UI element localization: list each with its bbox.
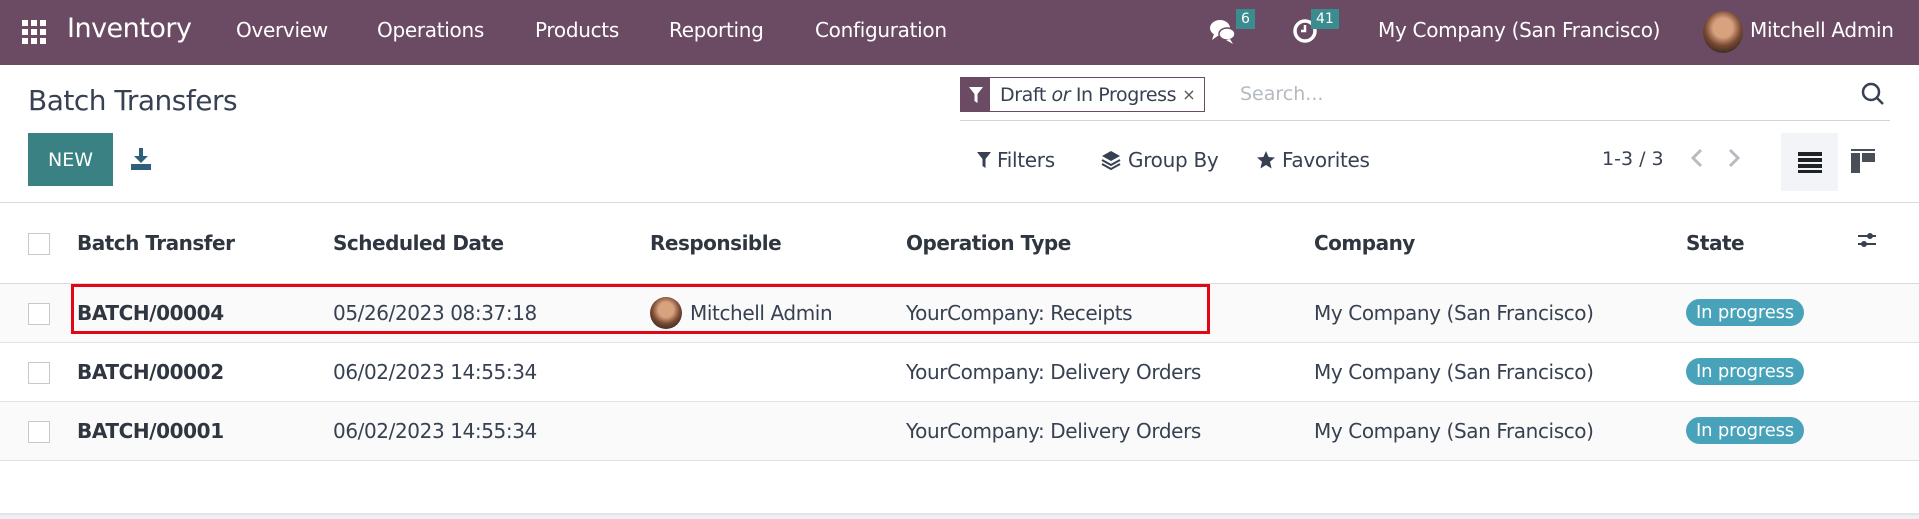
group-by-dropdown[interactable]: Group By: [1100, 148, 1219, 172]
cell-scheduled-date[interactable]: 06/02/2023 14:55:34: [333, 342, 650, 402]
menu-operations[interactable]: Operations: [377, 18, 484, 42]
user-avatar[interactable]: [1703, 11, 1743, 53]
pager-previous[interactable]: [1688, 146, 1706, 176]
search-input[interactable]: [1240, 79, 1800, 109]
cell-responsible[interactable]: [650, 401, 906, 461]
state-badge: In progress: [1686, 299, 1804, 326]
cell-batch-transfer[interactable]: BATCH/00002: [77, 342, 333, 402]
list-icon: [1797, 152, 1822, 173]
activities-button[interactable]: 41: [1291, 9, 1339, 50]
header-operation-type[interactable]: Operation Type: [906, 203, 1314, 284]
header-scheduled-date[interactable]: Scheduled Date: [333, 203, 650, 284]
header-state[interactable]: State: [1686, 203, 1856, 284]
app-name[interactable]: Inventory: [67, 13, 192, 44]
menu-overview[interactable]: Overview: [236, 18, 328, 42]
chevron-left-icon: [1690, 148, 1703, 168]
search-bar: Draft or In Progress ×: [960, 77, 1890, 121]
cell-responsible[interactable]: Mitchell Admin: [690, 301, 833, 325]
facet-remove-icon[interactable]: ×: [1182, 85, 1203, 104]
search-icon: [1861, 82, 1884, 105]
company-switcher[interactable]: My Company (San Francisco): [1378, 18, 1660, 42]
top-navbar: Inventory Overview Operations Products R…: [0, 0, 1919, 65]
kanban-icon: [1851, 149, 1875, 173]
state-badge: In progress: [1686, 417, 1804, 444]
cell-operation-type[interactable]: YourCompany: Receipts: [906, 283, 1314, 343]
menu-reporting[interactable]: Reporting: [669, 18, 764, 42]
row-checkbox[interactable]: [28, 361, 50, 384]
bottom-divider: [0, 513, 1919, 519]
cell-operation-type[interactable]: YourCompany: Delivery Orders: [906, 401, 1314, 461]
batch-transfers-table: Batch Transfer Scheduled Date Responsibl…: [0, 203, 1919, 461]
new-button[interactable]: NEW: [28, 133, 113, 186]
activities-count-badge: 41: [1311, 9, 1339, 29]
header-company[interactable]: Company: [1314, 203, 1686, 284]
cell-company[interactable]: My Company (San Francisco): [1314, 283, 1686, 343]
cell-company[interactable]: My Company (San Francisco): [1314, 342, 1686, 402]
download-icon: [131, 148, 151, 170]
row-checkbox[interactable]: [28, 302, 50, 325]
responsible-avatar: [650, 296, 682, 329]
table-row[interactable]: BATCH/00004 05/26/2023 08:37:18 Mitchell…: [0, 283, 1919, 343]
filters-label: Filters: [997, 148, 1055, 172]
page-title: Batch Transfers: [28, 84, 238, 117]
select-all-checkbox[interactable]: [28, 233, 50, 255]
filter-facet[interactable]: Draft or In Progress ×: [960, 77, 1205, 112]
pager-value[interactable]: 1-3 / 3: [1602, 148, 1664, 170]
facet-separator: or: [1051, 83, 1071, 106]
cell-operation-type[interactable]: YourCompany: Delivery Orders: [906, 342, 1314, 402]
row-checkbox[interactable]: [28, 420, 50, 443]
favorites-label: Favorites: [1282, 148, 1370, 172]
user-menu[interactable]: Mitchell Admin: [1750, 18, 1894, 42]
state-badge: In progress: [1686, 358, 1804, 385]
pager-next[interactable]: [1725, 146, 1743, 176]
layers-icon: [1101, 151, 1121, 171]
kanban-view-button[interactable]: [1850, 148, 1876, 174]
table-header-row: Batch Transfer Scheduled Date Responsibl…: [0, 203, 1919, 284]
star-icon: [1257, 151, 1275, 169]
cell-scheduled-date[interactable]: 06/02/2023 14:55:34: [333, 401, 650, 461]
table-row[interactable]: BATCH/00002 06/02/2023 14:55:34 YourComp…: [0, 342, 1919, 402]
cell-responsible[interactable]: [650, 342, 906, 402]
chat-icon: [1210, 20, 1236, 44]
list-view-button[interactable]: [1781, 133, 1838, 191]
optional-columns-icon[interactable]: [1856, 229, 1878, 251]
menu-configuration[interactable]: Configuration: [815, 18, 947, 42]
facet-value-in-progress: In Progress: [1075, 83, 1177, 106]
cell-batch-transfer[interactable]: BATCH/00001: [77, 401, 333, 461]
chevron-right-icon: [1728, 148, 1741, 168]
favorites-dropdown[interactable]: Favorites: [1256, 148, 1370, 172]
group-by-label: Group By: [1128, 148, 1219, 172]
cell-batch-transfer[interactable]: BATCH/00004: [77, 283, 333, 343]
header-batch-transfer[interactable]: Batch Transfer: [77, 203, 333, 284]
filter-icon: [977, 152, 991, 168]
menu-products[interactable]: Products: [535, 18, 619, 42]
cell-company[interactable]: My Company (San Francisco): [1314, 401, 1686, 461]
facet-value-draft: Draft: [1000, 83, 1046, 106]
apps-menu-icon[interactable]: [22, 20, 46, 44]
search-button[interactable]: [1860, 81, 1886, 111]
download-button[interactable]: [128, 146, 154, 172]
cell-scheduled-date[interactable]: 05/26/2023 08:37:18: [333, 283, 650, 343]
messages-count-badge: 6: [1236, 9, 1255, 29]
header-responsible[interactable]: Responsible: [650, 203, 906, 284]
filter-icon: [968, 86, 983, 103]
messages-button[interactable]: 6: [1208, 9, 1255, 50]
table-row[interactable]: BATCH/00001 06/02/2023 14:55:34 YourComp…: [0, 401, 1919, 461]
filters-dropdown[interactable]: Filters: [977, 148, 1055, 172]
